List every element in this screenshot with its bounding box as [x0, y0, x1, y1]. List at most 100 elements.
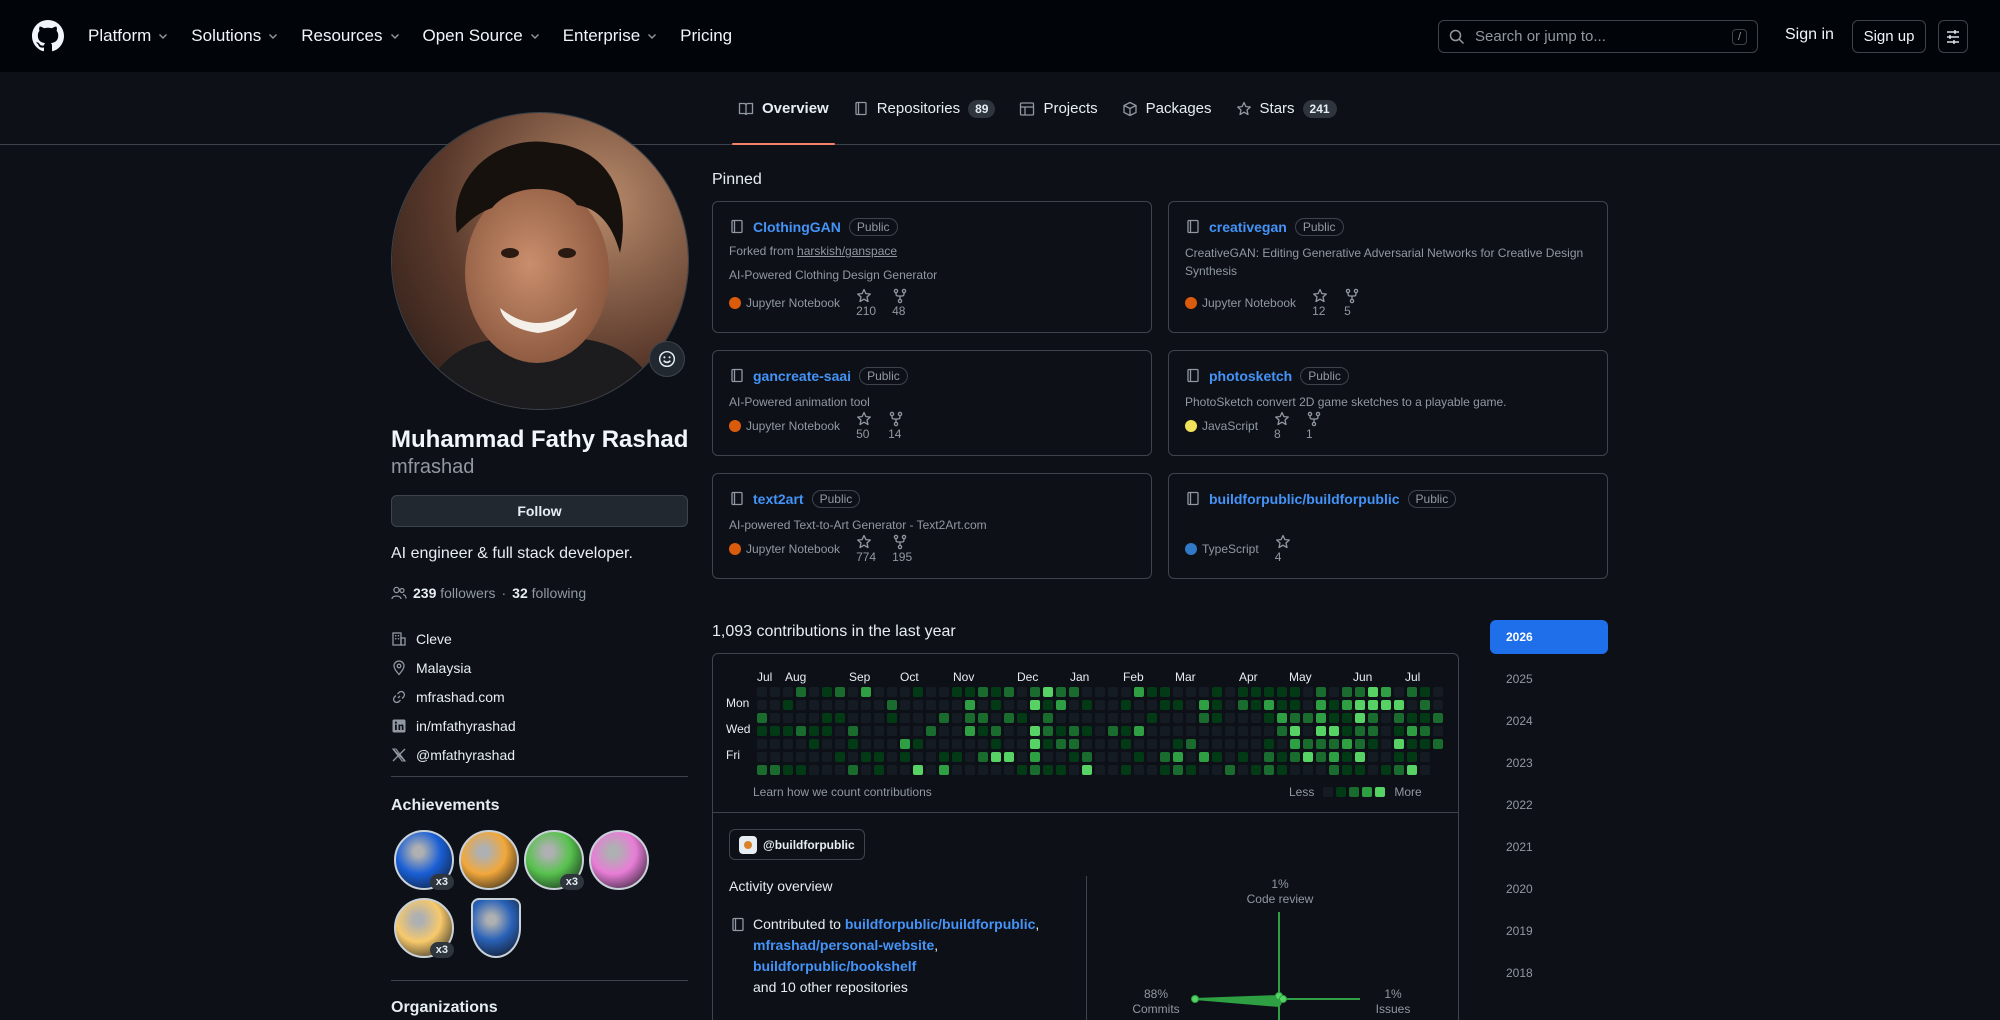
contribution-day-cell[interactable]: [1342, 739, 1352, 749]
contribution-day-cell[interactable]: [887, 739, 897, 749]
contribution-day-cell[interactable]: [796, 700, 806, 710]
contribution-day-cell[interactable]: [1121, 752, 1131, 762]
contribution-day-cell[interactable]: [952, 739, 962, 749]
contribution-day-cell[interactable]: [1368, 687, 1378, 697]
contribution-day-cell[interactable]: [770, 726, 780, 736]
contribution-day-cell[interactable]: [1043, 687, 1053, 697]
contribution-day-cell[interactable]: [1160, 700, 1170, 710]
contribution-day-cell[interactable]: [1303, 739, 1313, 749]
contribution-day-cell[interactable]: [1264, 687, 1274, 697]
contribution-day-cell[interactable]: [1095, 700, 1105, 710]
contribution-day-cell[interactable]: [1160, 752, 1170, 762]
contribution-day-cell[interactable]: [1095, 687, 1105, 697]
contribution-day-cell[interactable]: [848, 713, 858, 723]
contribution-day-cell[interactable]: [991, 713, 1001, 723]
contribution-day-cell[interactable]: [822, 713, 832, 723]
contribution-day-cell[interactable]: [887, 726, 897, 736]
contribution-day-cell[interactable]: [1082, 713, 1092, 723]
contribution-day-cell[interactable]: [1251, 713, 1261, 723]
appearance-settings-button[interactable]: [1938, 20, 1968, 53]
contribution-day-cell[interactable]: [1407, 687, 1417, 697]
contribution-day-cell[interactable]: [1160, 687, 1170, 697]
contribution-day-cell[interactable]: [887, 687, 897, 697]
contribution-day-cell[interactable]: [991, 700, 1001, 710]
contribution-day-cell[interactable]: [900, 739, 910, 749]
contribution-day-cell[interactable]: [913, 700, 923, 710]
contribution-day-cell[interactable]: [1355, 739, 1365, 749]
contribution-day-cell[interactable]: [1394, 752, 1404, 762]
tab-overview[interactable]: Overview: [726, 72, 841, 145]
contribution-day-cell[interactable]: [757, 687, 767, 697]
repo-stars[interactable]: 4: [1275, 534, 1291, 564]
contribution-day-cell[interactable]: [1017, 765, 1027, 775]
repo-forks[interactable]: 5: [1344, 288, 1360, 318]
contribution-day-cell[interactable]: [926, 752, 936, 762]
contribution-day-cell[interactable]: [1342, 700, 1352, 710]
contribution-day-cell[interactable]: [1186, 765, 1196, 775]
contribution-day-cell[interactable]: [1108, 713, 1118, 723]
contribution-day-cell[interactable]: [874, 765, 884, 775]
contribution-day-cell[interactable]: [991, 752, 1001, 762]
contribution-day-cell[interactable]: [1238, 687, 1248, 697]
contribution-day-cell[interactable]: [770, 700, 780, 710]
nav-pricing[interactable]: Pricing: [680, 26, 732, 46]
contribution-day-cell[interactable]: [1251, 752, 1261, 762]
contribution-day-cell[interactable]: [1238, 765, 1248, 775]
contribution-day-cell[interactable]: [1420, 713, 1430, 723]
contribution-day-cell[interactable]: [978, 752, 988, 762]
contribution-day-cell[interactable]: [1069, 739, 1079, 749]
contribution-day-cell[interactable]: [848, 765, 858, 775]
contribution-day-cell[interactable]: [1355, 752, 1365, 762]
contribution-day-cell[interactable]: [926, 700, 936, 710]
contribution-day-cell[interactable]: [1069, 726, 1079, 736]
contribution-day-cell[interactable]: [1108, 739, 1118, 749]
contribution-day-cell[interactable]: [861, 739, 871, 749]
contribution-day-cell[interactable]: [1342, 765, 1352, 775]
contribution-day-cell[interactable]: [1420, 765, 1430, 775]
contribution-day-cell[interactable]: [939, 739, 949, 749]
contribution-day-cell[interactable]: [1082, 752, 1092, 762]
repo-stars[interactable]: 50: [856, 411, 872, 441]
profile-detail-linkedin[interactable]: in/mfathyrashad: [391, 711, 516, 740]
contribution-day-cell[interactable]: [1290, 726, 1300, 736]
contribution-day-cell[interactable]: [1303, 687, 1313, 697]
contribution-day-cell[interactable]: [783, 713, 793, 723]
contribution-day-cell[interactable]: [1238, 713, 1248, 723]
contribution-day-cell[interactable]: [1121, 700, 1131, 710]
contribution-day-cell[interactable]: [1147, 713, 1157, 723]
contribution-day-cell[interactable]: [1147, 752, 1157, 762]
contribution-day-cell[interactable]: [809, 752, 819, 762]
contribution-day-cell[interactable]: [1004, 739, 1014, 749]
contribution-day-cell[interactable]: [1394, 713, 1404, 723]
contribution-day-cell[interactable]: [913, 726, 923, 736]
nav-platform[interactable]: Platform: [88, 26, 169, 46]
contribution-day-cell[interactable]: [1329, 687, 1339, 697]
contribution-day-cell[interactable]: [1082, 765, 1092, 775]
contribution-day-cell[interactable]: [1290, 739, 1300, 749]
contribution-day-cell[interactable]: [1225, 726, 1235, 736]
contribution-day-cell[interactable]: [1342, 713, 1352, 723]
contribution-day-cell[interactable]: [1160, 726, 1170, 736]
contribution-day-cell[interactable]: [1186, 687, 1196, 697]
contribution-day-cell[interactable]: [1017, 726, 1027, 736]
contribution-day-cell[interactable]: [1134, 713, 1144, 723]
contribution-day-cell[interactable]: [1173, 765, 1183, 775]
contribution-day-cell[interactable]: [978, 687, 988, 697]
contribution-day-cell[interactable]: [1381, 726, 1391, 736]
contribution-day-cell[interactable]: [1251, 700, 1261, 710]
contribution-day-cell[interactable]: [1043, 700, 1053, 710]
repo-forks[interactable]: 1: [1306, 411, 1322, 441]
contribution-day-cell[interactable]: [1394, 765, 1404, 775]
contribution-day-cell[interactable]: [1290, 713, 1300, 723]
contribution-day-cell[interactable]: [887, 713, 897, 723]
contribution-day-cell[interactable]: [991, 687, 1001, 697]
contribution-day-cell[interactable]: [796, 713, 806, 723]
contribution-day-cell[interactable]: [796, 765, 806, 775]
contribution-day-cell[interactable]: [1225, 752, 1235, 762]
profile-detail-link[interactable]: mfrashad.com: [391, 682, 516, 711]
year-2021[interactable]: 2021: [1490, 830, 1608, 864]
contribution-day-cell[interactable]: [1030, 713, 1040, 723]
contribution-day-cell[interactable]: [926, 713, 936, 723]
contribution-day-cell[interactable]: [770, 713, 780, 723]
year-2023[interactable]: 2023: [1490, 746, 1608, 780]
